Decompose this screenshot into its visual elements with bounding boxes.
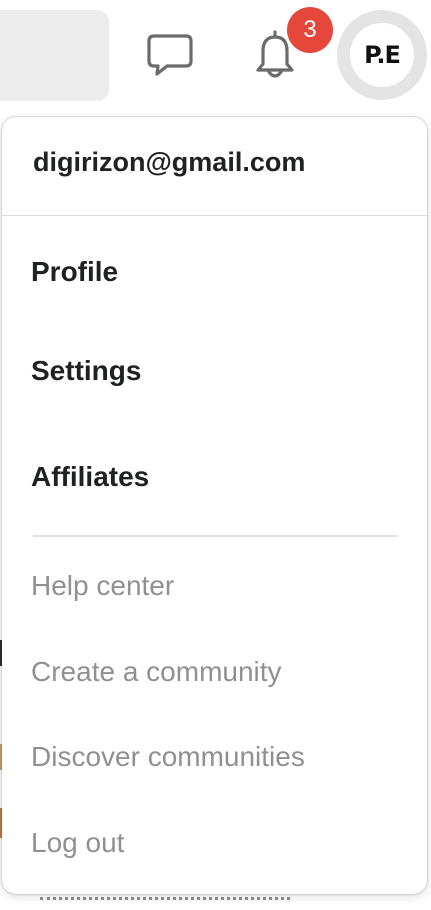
- menu-divider: [33, 535, 398, 537]
- search-box[interactable]: [0, 10, 109, 101]
- account-email: digirizon@gmail.com: [33, 147, 306, 177]
- avatar-button[interactable]: P.E: [337, 10, 427, 100]
- menu-item-create-community[interactable]: Create a community: [31, 656, 282, 688]
- chat-icon[interactable]: [145, 32, 195, 78]
- menu-item-help-center[interactable]: Help center: [31, 570, 174, 602]
- background-content: [40, 897, 290, 910]
- menu-item-affiliates[interactable]: Affiliates: [31, 461, 149, 493]
- notification-badge: 3: [287, 7, 333, 53]
- menu-item-discover-communities[interactable]: Discover communities: [31, 741, 305, 773]
- menu-item-log-out[interactable]: Log out: [31, 827, 124, 859]
- menu-divider: [2, 215, 427, 216]
- menu-item-settings[interactable]: Settings: [31, 355, 141, 387]
- avatar: P.E: [350, 23, 414, 87]
- menu-item-profile[interactable]: Profile: [31, 256, 118, 288]
- account-dropdown-menu: digirizon@gmail.com Profile Settings Aff…: [2, 117, 427, 894]
